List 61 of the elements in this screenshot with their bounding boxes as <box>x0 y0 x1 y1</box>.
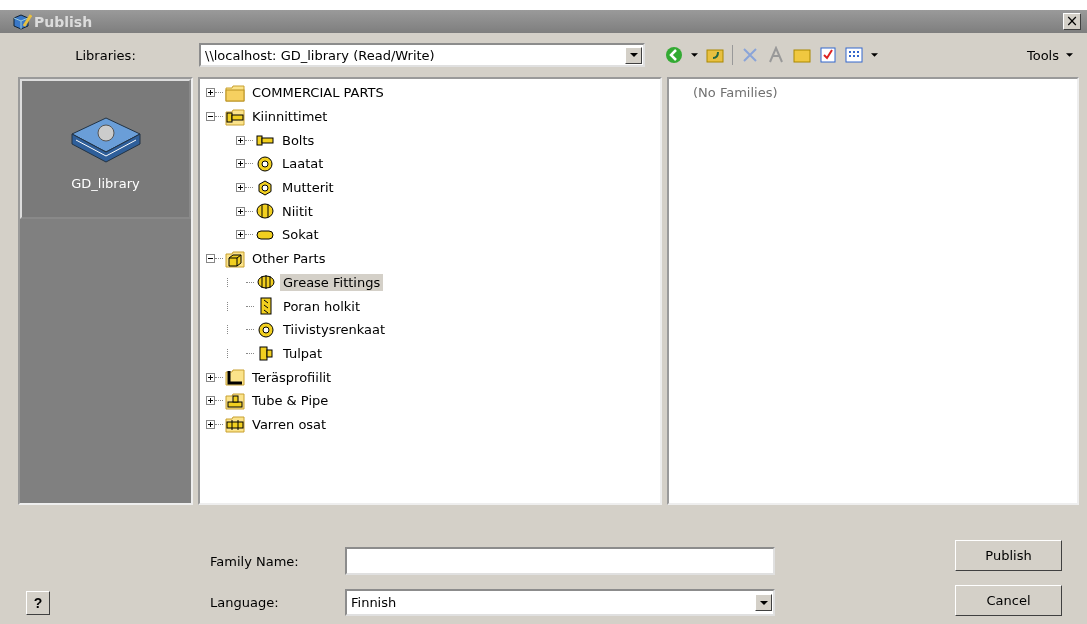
fitting-icon <box>256 273 276 292</box>
tree-item[interactable]: Poran holkit <box>280 297 364 315</box>
washer-icon <box>255 154 275 173</box>
nut-icon <box>255 178 275 197</box>
tree-item[interactable]: Kiinnittimet <box>249 108 331 126</box>
collapse-box[interactable] <box>206 112 215 122</box>
libraries-dropdown[interactable]: \\localhost: GD_library (Read/Write) <box>199 43 645 67</box>
expand-box[interactable] <box>206 396 215 406</box>
libraries-label: Libraries: <box>74 47 137 63</box>
box-folder-icon <box>225 249 245 268</box>
tree-item[interactable]: Tiivistysrenkaat <box>280 321 389 339</box>
shaft-folder-icon <box>225 415 245 434</box>
window-title: Publish <box>34 13 94 30</box>
tree-item[interactable]: Niitit <box>279 202 316 220</box>
tree-item[interactable]: Varren osat <box>249 415 330 433</box>
expand-box[interactable] <box>236 135 245 145</box>
tree-item[interactable]: Sokat <box>279 226 322 244</box>
caret-icon <box>629 53 638 57</box>
checkbox-icon[interactable] <box>819 46 837 64</box>
expand-box[interactable] <box>236 159 245 169</box>
grid-view-icon[interactable] <box>845 46 863 64</box>
pipe-folder-icon <box>225 391 245 410</box>
tree-item[interactable]: Bolts <box>279 131 318 149</box>
expand-box[interactable] <box>236 206 245 216</box>
collapse-box[interactable] <box>206 254 215 264</box>
empty-message: (No Families) <box>693 85 778 100</box>
tree-item[interactable]: COMMERCIAL PARTS <box>249 84 387 102</box>
cancel-button[interactable]: Cancel <box>955 585 1062 616</box>
folder-icon <box>225 83 245 102</box>
expand-box[interactable] <box>206 88 215 98</box>
library-item[interactable]: GD_library <box>20 79 191 219</box>
family-name-field[interactable] <box>345 547 775 575</box>
tree-item[interactable]: Mutterit <box>279 179 337 197</box>
family-name-label: Family Name: <box>210 553 300 569</box>
tree-item[interactable]: Laatat <box>279 155 327 173</box>
angle-folder-icon <box>225 368 245 387</box>
plug-icon <box>256 344 276 363</box>
tree-item[interactable]: Grease Fittings <box>280 273 384 291</box>
rivet-icon <box>255 202 275 221</box>
tree-item[interactable]: Teräsprofiilit <box>249 368 335 386</box>
folder-up-icon[interactable] <box>706 46 724 64</box>
tree-item[interactable]: Other Parts <box>249 250 329 268</box>
language-label: Language: <box>210 595 280 610</box>
caret-icon[interactable] <box>691 53 698 57</box>
bolt-folder-icon <box>225 107 245 126</box>
tools-menu[interactable]: Tools <box>1020 47 1079 63</box>
close-button[interactable]: × <box>1063 13 1081 30</box>
expand-box[interactable] <box>236 230 245 240</box>
washer-icon <box>256 320 276 339</box>
tree-item[interactable]: Tube & Pipe <box>249 392 332 410</box>
tree-item[interactable]: Tulpat <box>280 344 326 362</box>
expand-box[interactable] <box>236 183 245 193</box>
cube-pencil-icon <box>12 11 32 32</box>
help-button[interactable]: ? <box>26 591 50 615</box>
language-dropdown[interactable]: Finnish <box>345 589 775 616</box>
expand-box[interactable] <box>206 419 215 429</box>
caret-icon <box>1066 53 1073 57</box>
caret-icon <box>759 600 768 605</box>
caret-icon[interactable] <box>871 53 878 57</box>
publish-button[interactable]: Publish <box>955 540 1062 571</box>
expand-box[interactable] <box>206 372 215 382</box>
